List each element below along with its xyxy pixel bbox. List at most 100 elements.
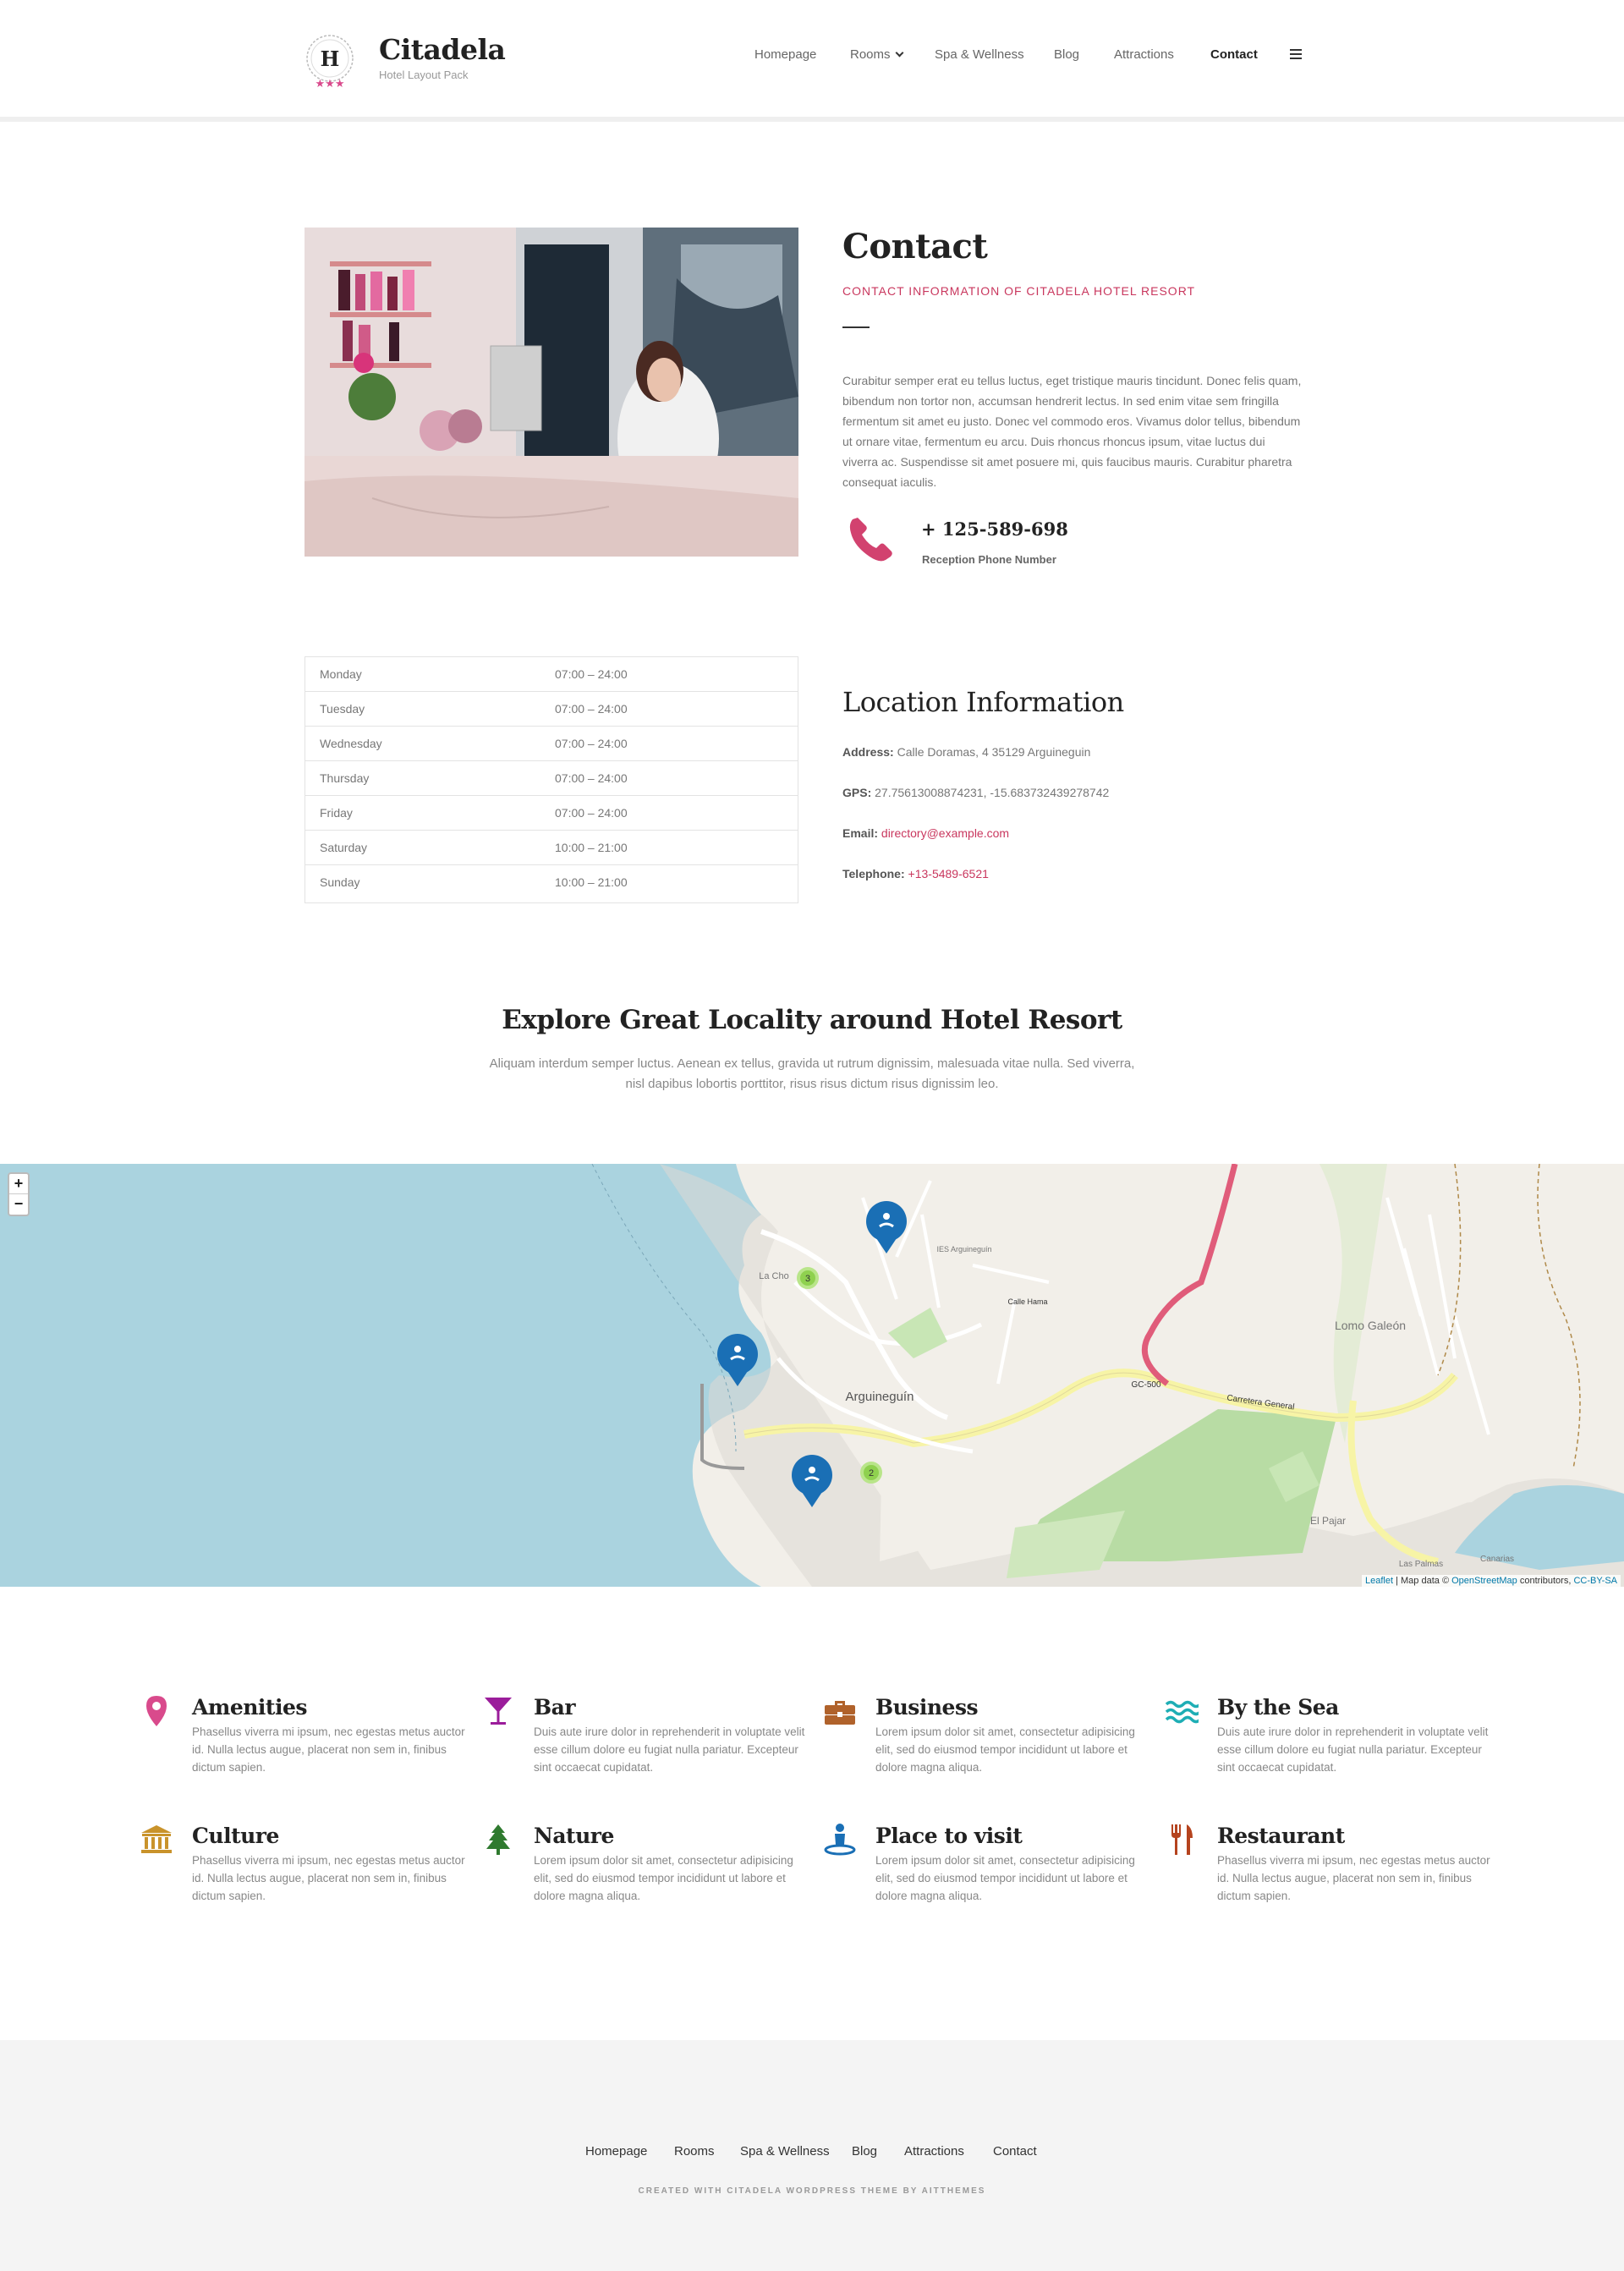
- category-title[interactable]: Amenities: [192, 1694, 471, 1721]
- leaflet-link[interactable]: Leaflet: [1365, 1576, 1393, 1586]
- phone-icon: [849, 518, 892, 562]
- explore-title: Explore Great Locality around Hotel Reso…: [502, 1005, 1122, 1035]
- map-label: Canarias: [1480, 1555, 1514, 1564]
- museum-icon: [141, 1825, 172, 1853]
- chevron-down-icon[interactable]: [895, 48, 903, 58]
- nav-homepage[interactable]: Homepage: [754, 47, 816, 62]
- telephone-link[interactable]: +13-5489-6521: [908, 867, 989, 880]
- category-business[interactable]: Business Lorem ipsum dolor sit amet, con…: [825, 1694, 1155, 1776]
- hours-row: Thursday 07:00 – 24:00: [305, 761, 798, 796]
- category-place-to-visit[interactable]: Place to visit Lorem ipsum dolor sit ame…: [824, 1823, 1155, 1905]
- category-title[interactable]: Nature: [534, 1823, 813, 1850]
- category-title[interactable]: Bar: [534, 1694, 813, 1721]
- time: 07:00 – 24:00: [555, 737, 628, 750]
- day: Thursday: [320, 771, 370, 785]
- category-by-the-sea[interactable]: By the Sea Duis aute irure dolor in repr…: [1165, 1694, 1496, 1776]
- title-divider: [842, 326, 870, 328]
- day: Saturday: [320, 841, 368, 854]
- time: 07:00 – 24:00: [555, 667, 628, 681]
- zoom-out-button[interactable]: −: [9, 1194, 28, 1215]
- hamburger-menu-icon[interactable]: [1290, 49, 1302, 62]
- category-nature[interactable]: Nature Lorem ipsum dolor sit amet, conse…: [486, 1823, 813, 1905]
- map-label: IES Arguineguín: [936, 1245, 991, 1253]
- hours-row: Tuesday 07:00 – 24:00: [305, 692, 798, 727]
- license-link[interactable]: CC-BY-SA: [1573, 1576, 1617, 1586]
- category-text: Phasellus viverra mi ipsum, nec egestas …: [192, 1854, 465, 1902]
- address-label: Address:: [842, 745, 894, 759]
- main-nav: Homepage Rooms Spa & Wellness Blog Attra…: [0, 47, 1624, 64]
- hours-row: Wednesday 07:00 – 24:00: [305, 727, 798, 761]
- category-title[interactable]: Business: [875, 1694, 1155, 1721]
- map-label: Calle Hama: [1007, 1297, 1047, 1306]
- cluster-2[interactable]: 2: [869, 1468, 874, 1478]
- footer-nav-rooms[interactable]: Rooms: [674, 2144, 715, 2159]
- category-text: Lorem ipsum dolor sit amet, consectetur …: [875, 1854, 1135, 1902]
- gps-value: 27.75613008874231, -15.683732439278742: [875, 786, 1110, 799]
- category-title[interactable]: Restaurant: [1217, 1823, 1496, 1850]
- nav-contact[interactable]: Contact: [1210, 47, 1258, 62]
- briefcase-icon: [825, 1701, 855, 1725]
- day: Tuesday: [320, 702, 365, 716]
- waves-icon: [1165, 1700, 1199, 1724]
- nav-rooms[interactable]: Rooms: [850, 47, 903, 62]
- hours-row: Saturday 10:00 – 21:00: [305, 831, 798, 865]
- contact-title: Contact: [842, 227, 988, 266]
- locality-map[interactable]: 3 2 Arguineguín Lomo Galeón Carretera Ge…: [0, 1164, 1624, 1587]
- telephone-line: Telephone: +13-5489-6521: [842, 867, 989, 880]
- map-tiles[interactable]: 3 2 Arguineguín Lomo Galeón Carretera Ge…: [0, 1164, 1624, 1587]
- telephone-label: Telephone:: [842, 867, 905, 880]
- address-value: Calle Doramas, 4 35129 Arguineguin: [897, 745, 1091, 759]
- category-title[interactable]: Place to visit: [875, 1823, 1155, 1850]
- svg-text:★★★: ★★★: [315, 77, 345, 89]
- reception-phone-label: Reception Phone Number: [922, 553, 1056, 566]
- cutlery-icon: [1171, 1824, 1193, 1855]
- map-zoom-control: + −: [8, 1172, 30, 1216]
- category-title[interactable]: By the Sea: [1217, 1694, 1496, 1721]
- category-text: Lorem ipsum dolor sit amet, consectetur …: [534, 1854, 793, 1902]
- time: 10:00 – 21:00: [555, 841, 628, 854]
- nav-rooms-label[interactable]: Rooms: [850, 47, 891, 62]
- category-amenities[interactable]: Amenities Phasellus viverra mi ipsum, ne…: [146, 1694, 471, 1776]
- nav-blog[interactable]: Blog: [1054, 47, 1079, 62]
- reception-phone[interactable]: + 125-589-698: [921, 518, 1068, 540]
- footer-nav-spa-wellness[interactable]: Spa & Wellness: [740, 2144, 830, 2159]
- person-pin-icon: [824, 1824, 856, 1856]
- category-restaurant[interactable]: Restaurant Phasellus viverra mi ipsum, n…: [1171, 1823, 1496, 1905]
- time: 07:00 – 24:00: [555, 806, 628, 820]
- category-text: Lorem ipsum dolor sit amet, consectetur …: [875, 1725, 1135, 1774]
- map-label: El Pajar: [1310, 1515, 1346, 1527]
- map-label: Las Palmas: [1399, 1560, 1443, 1569]
- footer-nav-homepage[interactable]: Homepage: [585, 2144, 647, 2159]
- footer-nav-blog[interactable]: Blog: [852, 2144, 877, 2159]
- footer-credit: CREATED WITH CITADELA WORDPRESS THEME BY…: [638, 2186, 986, 2196]
- footer-nav-attractions[interactable]: Attractions: [904, 2144, 964, 2159]
- location-title: Location Information: [842, 686, 1124, 718]
- osm-link[interactable]: OpenStreetMap: [1451, 1576, 1517, 1586]
- hours-row: Monday 07:00 – 24:00: [305, 657, 798, 692]
- map-label: La Cho: [759, 1271, 788, 1281]
- email-label: Email:: [842, 826, 879, 840]
- gps-line: GPS: 27.75613008874231, -15.683732439278…: [842, 786, 1109, 799]
- category-title[interactable]: Culture: [192, 1823, 471, 1850]
- nav-spa-wellness[interactable]: Spa & Wellness: [935, 47, 1024, 62]
- footer-nav-contact[interactable]: Contact: [993, 2144, 1037, 2159]
- category-text: Duis aute irure dolor in reprehenderit i…: [534, 1725, 805, 1774]
- email-link[interactable]: directory@example.com: [881, 826, 1009, 840]
- cocktail-icon: [485, 1698, 512, 1725]
- day: Sunday: [320, 875, 360, 889]
- contact-paragraph: Curabitur semper erat eu tellus luctus, …: [842, 374, 1302, 489]
- category-culture[interactable]: Culture Phasellus viverra mi ipsum, nec …: [141, 1823, 471, 1905]
- map-label: Lomo Galeón: [1335, 1319, 1406, 1332]
- nav-attractions[interactable]: Attractions: [1114, 47, 1174, 62]
- time: 10:00 – 21:00: [555, 875, 628, 889]
- zoom-in-button[interactable]: +: [9, 1174, 28, 1194]
- hours-row: Friday 07:00 – 24:00: [305, 796, 798, 831]
- cluster-3[interactable]: 3: [805, 1274, 810, 1284]
- contact-subtitle: CONTACT INFORMATION OF CITADELA HOTEL RE…: [842, 284, 1196, 298]
- reception-photo: [304, 228, 798, 557]
- category-text: Phasellus viverra mi ipsum, nec egestas …: [1217, 1854, 1490, 1902]
- hours-row: Sunday 10:00 – 21:00: [305, 865, 798, 900]
- day: Monday: [320, 667, 362, 681]
- brand-subtitle: Hotel Layout Pack: [379, 69, 469, 81]
- category-bar[interactable]: Bar Duis aute irure dolor in reprehender…: [485, 1694, 813, 1776]
